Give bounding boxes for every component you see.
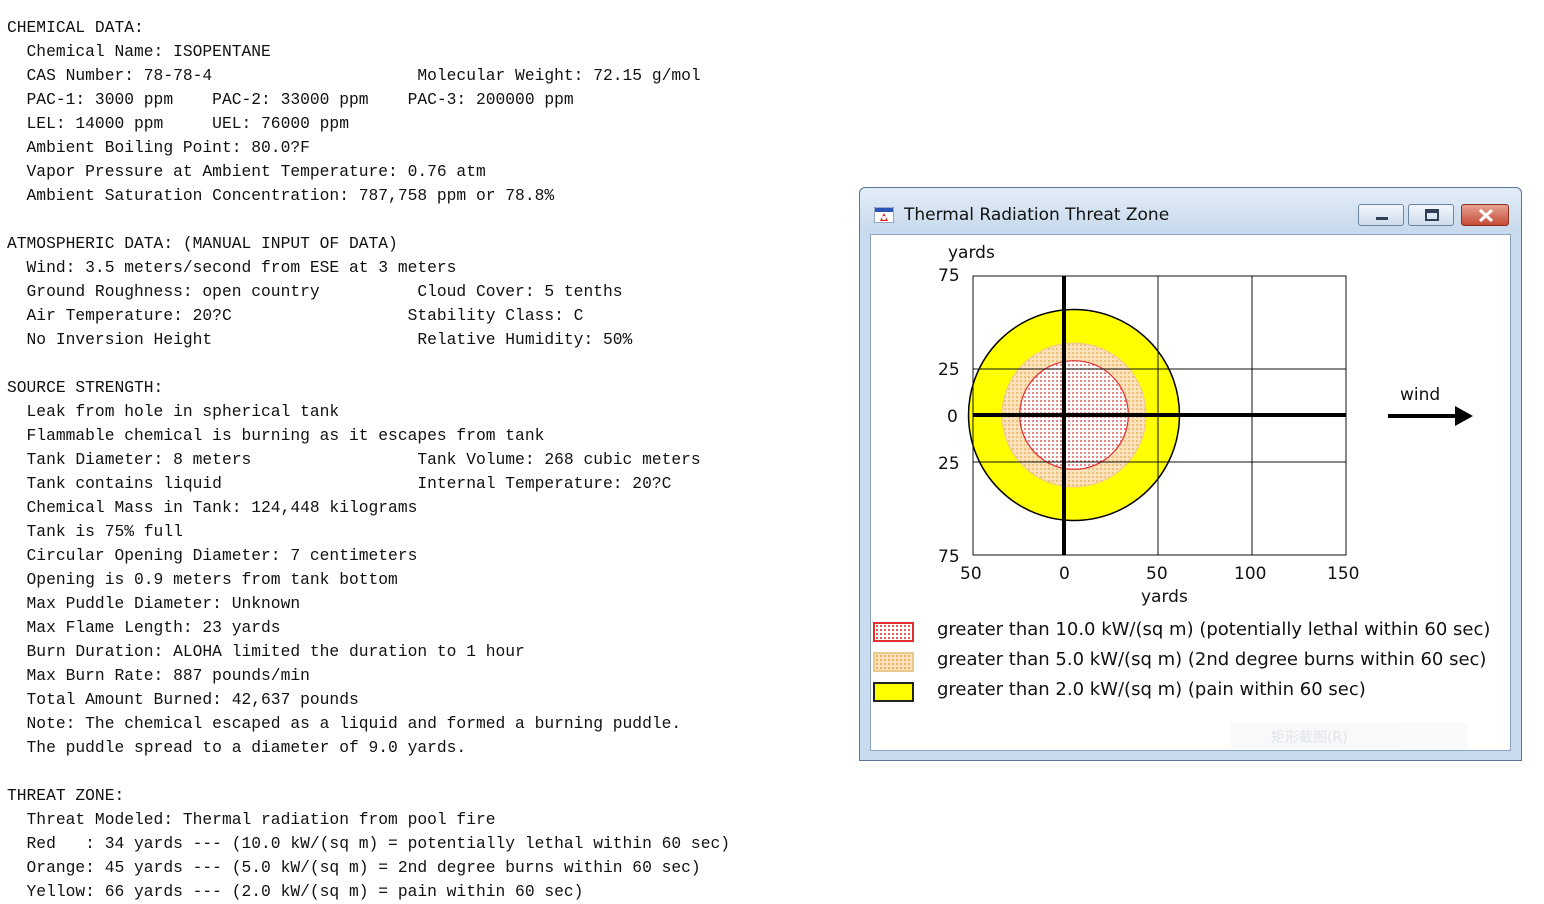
report-line: LEL: 14000 ppm UEL: 76000 ppm (7, 114, 349, 133)
report-line: Note: The chemical escaped as a liquid a… (7, 714, 682, 733)
close-button[interactable] (1461, 204, 1509, 226)
aloha-app-icon (874, 207, 894, 223)
report-line: Orange: 45 yards --- (5.0 kW/(sq m) = 2n… (7, 858, 701, 877)
report-line: THREAT ZONE: (7, 786, 125, 805)
report-line: Chemical Name: ISOPENTANE (7, 42, 271, 61)
y-tick-label: 75 (938, 266, 960, 286)
wind-label: wind (1400, 385, 1440, 405)
report-line: Max Burn Rate: 887 pounds/min (7, 666, 310, 685)
report-line: Ambient Boiling Point: 80.0?F (7, 138, 310, 157)
report-line: Chemical Mass in Tank: 124,448 kilograms (7, 498, 418, 517)
report-line: SOURCE STRENGTH: (7, 378, 164, 397)
legend-item-yellow: greater than 2.0 kW/(sq m) (pain within … (871, 679, 1512, 705)
maximize-icon (1425, 209, 1439, 221)
plot-grid (972, 275, 1347, 556)
x-tick-label: 50 (1146, 564, 1168, 584)
wind-arrow-icon (1388, 406, 1473, 426)
report-line (7, 208, 730, 232)
legend-label: greater than 2.0 kW/(sq m) (pain within … (937, 679, 1366, 700)
x-tick-label: 100 (1234, 564, 1266, 584)
report-line (7, 352, 730, 376)
report-line: The puddle spread to a diameter of 9.0 y… (7, 738, 467, 757)
report-line: ATMOSPHERIC DATA: (MANUAL INPUT OF DATA) (7, 234, 398, 253)
report-line: CHEMICAL DATA: (7, 18, 144, 37)
y-axis-unit: yards (948, 243, 995, 263)
maximize-button[interactable] (1408, 204, 1454, 226)
report-line: Tank is 75% full (7, 522, 183, 541)
report-line: Air Temperature: 20?C Stability Class: C (7, 306, 584, 325)
window-titlebar[interactable]: Thermal Radiation Threat Zone (860, 188, 1521, 232)
report-line: PAC-1: 3000 ppm PAC-2: 33000 ppm PAC-3: … (7, 90, 574, 109)
y-tick-label: 0 (947, 407, 958, 427)
report-line: Max Puddle Diameter: Unknown (7, 594, 301, 613)
legend-swatch-orange (873, 652, 914, 672)
report-line: Ambient Saturation Concentration: 787,75… (7, 186, 555, 205)
threat-zone-window[interactable]: Thermal Radiation Threat Zone yards 75 2… (859, 187, 1522, 761)
threat-zone-plot-area: yards 75 25 0 25 75 50 0 50 100 150 yard… (870, 234, 1511, 751)
report-line: Tank Diameter: 8 meters Tank Volume: 268… (7, 450, 701, 469)
report-line: CAS Number: 78-78-4 Molecular Weight: 72… (7, 66, 701, 85)
minimize-icon (1376, 217, 1388, 220)
report-line: Opening is 0.9 meters from tank bottom (7, 570, 398, 589)
x-tick-label: 0 (1059, 564, 1070, 584)
x-tick-label: 50 (960, 564, 982, 584)
report-line: Yellow: 66 yards --- (2.0 kW/(sq m) = pa… (7, 882, 584, 901)
minimize-button[interactable] (1358, 204, 1404, 226)
report-line: Vapor Pressure at Ambient Temperature: 0… (7, 162, 486, 181)
report-line: Burn Duration: ALOHA limited the duratio… (7, 642, 525, 661)
report-line: Red : 34 yards --- (10.0 kW/(sq m) = pot… (7, 834, 731, 853)
legend-item-orange: greater than 5.0 kW/(sq m) (2nd degree b… (871, 649, 1512, 675)
report-line: Tank contains liquid Internal Temperatur… (7, 474, 672, 493)
report-line: No Inversion Height Relative Humidity: 5… (7, 330, 633, 349)
screenshot-tool-hint-label: 矩形截图(R) (1271, 730, 1348, 746)
report-line: Flammable chemical is burning as it esca… (7, 426, 545, 445)
y-tick-label: 75 (938, 547, 960, 567)
x-tick-label: 150 (1327, 564, 1359, 584)
legend-label: greater than 5.0 kW/(sq m) (2nd degree b… (937, 649, 1487, 670)
legend-item-red: greater than 10.0 kW/(sq m) (potentially… (871, 619, 1512, 645)
report-line: Ground Roughness: open country Cloud Cov… (7, 282, 623, 301)
close-icon (1478, 208, 1494, 223)
report-line: Wind: 3.5 meters/second from ESE at 3 me… (7, 258, 457, 277)
legend-swatch-yellow (873, 682, 914, 702)
legend-swatch-red (873, 622, 914, 642)
screenshot-tool-hint: 矩形截图(R) (1231, 723, 1467, 749)
y-tick-label: 25 (938, 360, 960, 380)
legend-label: greater than 10.0 kW/(sq m) (potentially… (937, 619, 1491, 640)
report-line: Threat Modeled: Thermal radiation from p… (7, 810, 496, 829)
report-line (7, 760, 730, 784)
report-line: Total Amount Burned: 42,637 pounds (7, 690, 359, 709)
y-tick-label: 25 (938, 454, 960, 474)
window-title: Thermal Radiation Threat Zone (904, 205, 1170, 225)
report-line: Circular Opening Diameter: 7 centimeters (7, 546, 418, 565)
text-report: CHEMICAL DATA: Chemical Name: ISOPENTANE… (7, 16, 730, 904)
report-line: Max Flame Length: 23 yards (7, 618, 281, 637)
x-axis-unit: yards (1141, 587, 1188, 607)
report-line: Leak from hole in spherical tank (7, 402, 340, 421)
